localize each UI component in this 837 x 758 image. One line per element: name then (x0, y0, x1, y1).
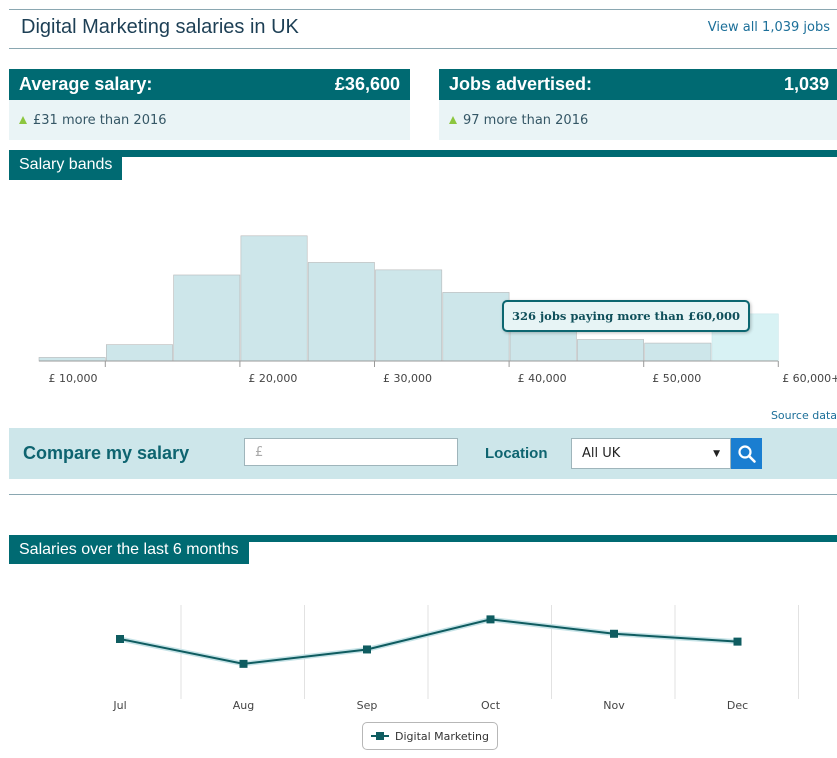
average-salary-label: Average salary: (19, 74, 153, 94)
salary-bands-chart: £ 10,000 £ 20,000 £ 30,000 £ 40,000 £ 50,000… (38, 235, 837, 385)
compare-salary-label: Compare my salary (23, 443, 190, 463)
salary-bands-bar (9, 150, 837, 157)
series-marker-icon (371, 732, 389, 740)
location-value: All UK (582, 446, 621, 461)
up-arrow-icon (19, 116, 27, 124)
salary-band-bar[interactable] (442, 292, 510, 362)
average-salary-card: Average salary: £36,600 £31 more than 20… (9, 69, 410, 140)
x-tick-label: £ 30,000 (383, 372, 432, 385)
source-data-link[interactable]: Source data (771, 409, 837, 422)
jobs-advertised-card: Jobs advertised: 1,039 97 more than 2016 (439, 69, 837, 140)
search-button[interactable] (731, 438, 762, 469)
salary-band-tooltip: 326 jobs paying more than £60,000 (502, 300, 751, 332)
x-tick-label: £ 10,000 (49, 372, 98, 385)
average-salary-change: £31 more than 2016 (33, 112, 167, 128)
page-title: Digital Marketing salaries in UK (21, 16, 299, 38)
salary-band-bar[interactable] (375, 269, 443, 362)
data-point[interactable] (733, 637, 742, 646)
salary-input[interactable]: £ (244, 438, 458, 466)
month-label: Dec (727, 699, 748, 712)
location-label: Location (485, 445, 548, 462)
top-divider (9, 9, 837, 10)
salary-band-bar[interactable] (307, 262, 375, 362)
legend-label: Digital Marketing (395, 729, 489, 743)
x-tick-label: £ 60,000+ (782, 372, 837, 385)
view-all-jobs-link[interactable]: View all 1,039 jobs (708, 20, 830, 35)
compare-divider (9, 494, 837, 495)
salary-trend-chart: Jul Aug Sep Oct Nov Dec (112, 605, 799, 712)
chart-legend[interactable]: Digital Marketing (362, 722, 498, 750)
location-select[interactable]: All UK ▼ (571, 438, 731, 469)
month-label: Jul (112, 699, 126, 712)
jobs-advertised-value: 1,039 (783, 74, 829, 94)
header-divider (9, 48, 837, 49)
data-point[interactable] (363, 645, 371, 654)
salary-band-bar[interactable] (577, 339, 645, 362)
salary-band-bar[interactable] (106, 344, 173, 362)
data-point[interactable] (610, 629, 618, 638)
salary-bands-tab: Salary bands (9, 150, 123, 180)
month-label: Nov (603, 699, 625, 712)
x-tick-label: £ 50,000 (652, 372, 701, 385)
jobs-advertised-change: 97 more than 2016 (463, 112, 589, 128)
dropdown-arrow-icon: ▼ (713, 448, 720, 459)
jobs-advertised-label: Jobs advertised: (449, 74, 593, 94)
average-salary-value: £36,600 (334, 74, 400, 94)
salary-band-bar[interactable] (38, 357, 106, 362)
up-arrow-icon (449, 116, 457, 124)
month-label: Aug (233, 699, 254, 712)
salary-band-bar[interactable] (240, 235, 308, 362)
x-tick-label: £ 40,000 (518, 372, 567, 385)
salary-band-bar[interactable] (173, 274, 241, 362)
data-point[interactable] (116, 635, 124, 643)
search-icon (737, 444, 756, 463)
data-point[interactable] (486, 615, 495, 624)
data-point[interactable] (239, 659, 248, 668)
salary-band-bar[interactable] (644, 342, 712, 362)
series-line (119, 618, 738, 665)
x-tick-label: £ 20,000 (248, 372, 297, 385)
month-label: Oct (481, 699, 501, 712)
month-label: Sep (357, 699, 378, 712)
trend-tab: Salaries over the last 6 months (9, 535, 249, 564)
